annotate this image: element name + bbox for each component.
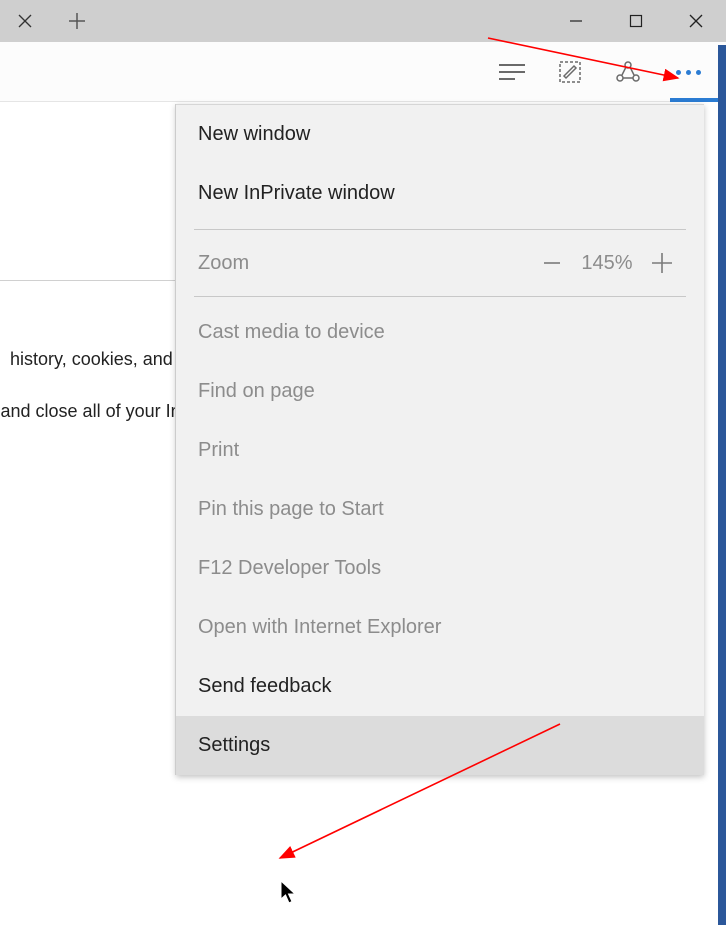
menu-separator (194, 229, 686, 230)
plus-icon (649, 250, 675, 276)
menu-settings[interactable]: Settings (176, 716, 704, 775)
menu-cast-media[interactable]: Cast media to device (176, 303, 704, 362)
menu-send-feedback[interactable]: Send feedback (176, 657, 704, 716)
more-icon (672, 66, 705, 79)
minimize-icon (569, 14, 583, 28)
menu-pin-to-start[interactable]: Pin this page to Start (176, 480, 704, 539)
web-note-icon (558, 60, 582, 84)
web-note-button[interactable] (552, 54, 588, 90)
maximize-icon (629, 14, 643, 28)
mouse-cursor-icon (280, 880, 300, 906)
close-icon (18, 14, 32, 28)
menu-print[interactable]: Print (176, 421, 704, 480)
menu-new-window[interactable]: New window (176, 105, 704, 164)
menu-find-on-page[interactable]: Find on page (176, 362, 704, 421)
page-content-partial: history, cookies, and temporary files) i… (0, 320, 180, 450)
close-icon (688, 13, 704, 29)
toolbar-right (494, 42, 716, 102)
maximize-button[interactable] (606, 0, 666, 42)
menu-new-inprivate-window[interactable]: New InPrivate window (176, 164, 704, 223)
zoom-label: Zoom (198, 252, 532, 275)
minimize-button[interactable] (546, 0, 606, 42)
menu-open-ie[interactable]: Open with Internet Explorer (176, 598, 704, 657)
share-icon (615, 59, 641, 85)
minus-icon (541, 252, 563, 274)
new-tab-button[interactable] (50, 0, 104, 42)
more-button[interactable] (668, 54, 708, 90)
reading-view-icon (499, 62, 525, 82)
more-menu: New window New InPrivate window Zoom 145… (176, 104, 704, 775)
tab-close-button[interactable] (0, 0, 50, 42)
window-controls (546, 0, 726, 42)
menu-developer-tools[interactable]: F12 Developer Tools (176, 539, 704, 598)
menu-separator (194, 296, 686, 297)
toolbar (0, 42, 726, 102)
content-divider (0, 280, 176, 281)
plus-icon (68, 12, 86, 30)
window-right-edge (718, 45, 726, 925)
titlebar (0, 0, 726, 42)
tab-area (0, 0, 104, 42)
menu-zoom-row: Zoom 145% (176, 236, 704, 290)
reading-view-button[interactable] (494, 54, 530, 90)
page-text-line2: you're finished and close all of your In… (0, 398, 180, 424)
zoom-out-button[interactable] (532, 252, 572, 274)
zoom-in-button[interactable] (642, 250, 682, 276)
window-close-button[interactable] (666, 0, 726, 42)
zoom-value: 145% (572, 252, 642, 275)
share-button[interactable] (610, 54, 646, 90)
